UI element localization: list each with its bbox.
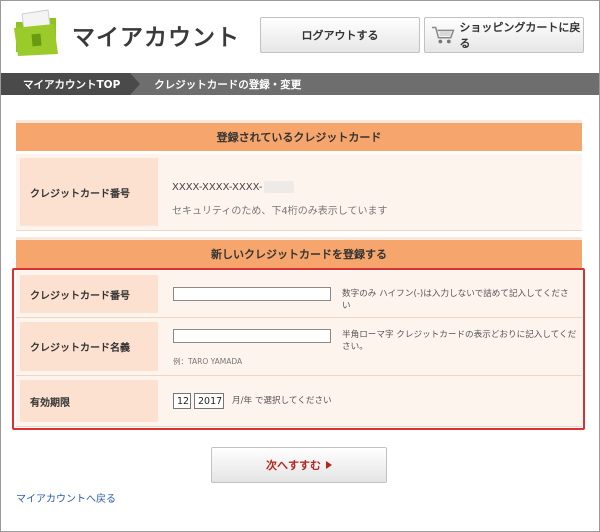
registered-card-label: クレジットカード番号 [20,158,158,226]
blurred-last-digits [263,181,294,193]
masked-card-number-text: XXXX-XXXX-XXXX- [172,182,263,193]
breadcrumb-current: クレジットカードの登録・変更 [154,78,302,91]
breadcrumb: マイアカウントTOP クレジットカードの登録・変更 [1,73,599,95]
play-arrow-icon [326,461,332,469]
breadcrumb-home-link[interactable]: マイアカウントTOP [1,73,131,95]
logout-button[interactable]: ログアウトする [260,17,420,53]
shopping-cart-icon [431,26,455,44]
breadcrumb-separator-icon [130,73,141,95]
back-to-account-link[interactable]: マイアカウントへ戻る [16,490,116,505]
masked-card-number: XXXX-XXXX-XXXX- [172,181,294,193]
registered-card-heading: 登録されているクレジットカード [16,120,582,151]
next-button-label: 次へすすむ [266,459,321,472]
highlight-frame [12,268,585,430]
registered-card-body: XXXX-XXXX-XXXX- セキュリティのため、下4桁のみ表示しています [172,154,574,230]
new-card-heading: 新しいクレジットカードを登録する [16,237,582,268]
folder-logo-icon [14,9,58,56]
security-note: セキュリティのため、下4桁のみ表示しています [172,206,388,217]
back-to-cart-label: ショッピングカートに戻る [459,21,581,50]
registered-card-row: クレジットカード番号 XXXX-XXXX-XXXX- セキュリティのため、下4桁… [16,154,582,231]
next-button[interactable]: 次へすすむ [211,447,387,483]
page-title: マイアカウント [72,25,240,51]
back-to-cart-button[interactable]: ショッピングカートに戻る [424,17,584,53]
